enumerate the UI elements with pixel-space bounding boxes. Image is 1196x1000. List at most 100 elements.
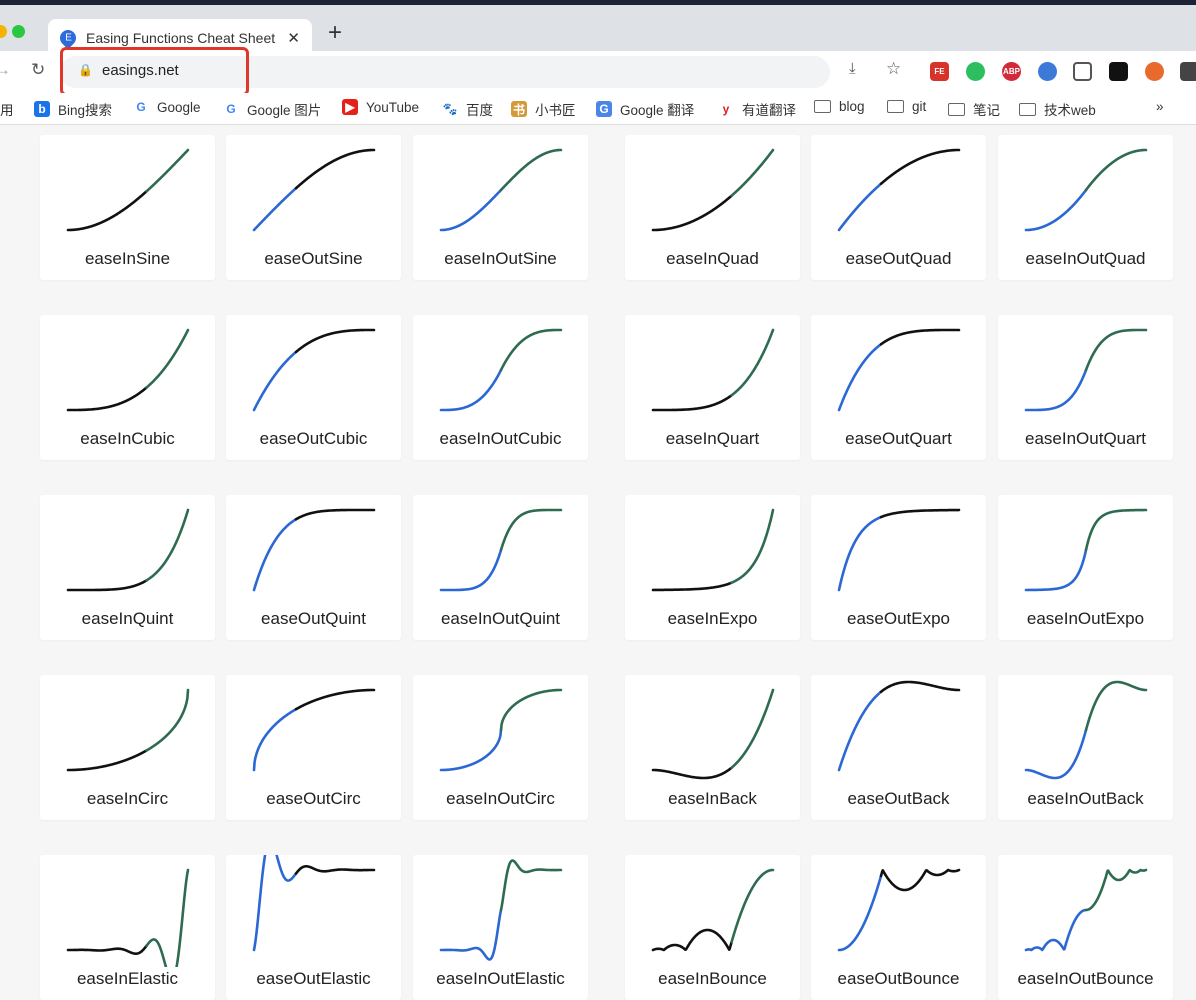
bookmark-3[interactable]: G Google 图片 <box>223 99 321 119</box>
easing-card-easeOutCirc[interactable]: easeOutCirc <box>226 675 401 820</box>
easing-curve-segment <box>66 579 148 592</box>
easing-card-easeInExpo[interactable]: easeInExpo <box>625 495 800 640</box>
easing-curve-segment <box>837 182 883 232</box>
bookmark-label: 用 <box>0 103 14 118</box>
bookmark-9[interactable]: blog <box>814 99 865 114</box>
google-icon: G <box>223 101 239 117</box>
easing-card-easeInOutCubic[interactable]: easeInOutCubic <box>413 315 588 460</box>
easing-curve-segment <box>499 328 563 372</box>
bookmark-0[interactable]: 用 <box>0 99 14 119</box>
extensions-puzzle-icon[interactable] <box>1180 62 1196 81</box>
bookmark-4[interactable]: ▶ YouTube <box>342 99 419 115</box>
easing-curve-graph <box>837 508 961 592</box>
easing-card-easeOutQuart[interactable]: easeOutQuart <box>811 315 986 460</box>
easing-card-easeOutBack[interactable]: easeOutBack <box>811 675 986 820</box>
easing-curve-graph <box>439 328 563 412</box>
bookmark-label: 笔记 <box>973 103 1000 118</box>
adblock-extension-icon[interactable]: ABP <box>1002 62 1021 81</box>
easing-label: easeOutElastic <box>256 969 371 988</box>
close-tab-icon[interactable]: ✕ <box>287 29 300 47</box>
minimize-window-button[interactable] <box>0 25 7 38</box>
easing-label: easeInElastic <box>76 969 179 988</box>
easing-card-easeInSine[interactable]: easeInSine <box>40 135 215 280</box>
more-bookmarks-button[interactable]: » <box>1156 99 1164 114</box>
bookmark-label: Bing搜索 <box>58 103 113 118</box>
easing-curve-graph <box>651 508 775 592</box>
bookmark-10[interactable]: git <box>887 99 926 114</box>
easing-curve-graph <box>439 859 563 961</box>
easing-label: easeInOutQuint <box>440 609 561 628</box>
zoom-window-button[interactable] <box>12 25 25 38</box>
easing-curve-segment <box>252 350 298 412</box>
bookmark-12[interactable]: 技术web <box>1019 99 1096 119</box>
fe-extension-icon[interactable]: FE <box>930 62 949 81</box>
bookmark-5[interactable]: 🐾 百度 <box>442 99 493 119</box>
easing-curve-segment <box>1084 680 1148 732</box>
easing-card-easeInQuint[interactable]: easeInQuint <box>40 495 215 640</box>
easing-card-easeOutSine[interactable]: easeOutSine <box>226 135 401 280</box>
easing-card-easeOutBounce[interactable]: easeOutBounce <box>811 855 986 1000</box>
easing-curve-segment <box>837 515 883 592</box>
easing-card-easeOutQuint[interactable]: easeOutQuint <box>226 495 401 640</box>
easing-label: easeInOutCirc <box>446 789 555 808</box>
easing-card-easeInCirc[interactable]: easeInCirc <box>40 675 215 820</box>
easing-curve-graph <box>837 148 961 232</box>
easing-curve-graph <box>252 508 376 592</box>
easing-card-easeInOutSine[interactable]: easeInOutSine <box>413 135 588 280</box>
easing-card-easeOutExpo[interactable]: easeOutExpo <box>811 495 986 640</box>
easing-label: easeOutQuad <box>845 249 952 268</box>
easing-card-easeInQuart[interactable]: easeInQuart <box>625 315 800 460</box>
easing-card-easeInCubic[interactable]: easeInCubic <box>40 315 215 460</box>
easing-card-easeInOutBack[interactable]: easeInOutBack <box>998 675 1173 820</box>
easing-curve-segment <box>439 548 503 592</box>
easing-curve-segment <box>439 728 503 772</box>
bookmark-label: Google 翻译 <box>620 103 695 118</box>
easing-label: easeInQuart <box>665 429 760 448</box>
url-text[interactable]: easings.net <box>102 62 179 79</box>
bookmark-11[interactable]: 笔记 <box>948 99 1000 119</box>
easing-card-easeInOutQuart[interactable]: easeInOutQuart <box>998 315 1173 460</box>
easing-label: easeOutSine <box>264 249 363 268</box>
new-tab-button[interactable]: + <box>328 19 342 47</box>
easing-curve-graph <box>1024 868 1148 952</box>
easing-label: easeOutQuint <box>261 609 366 628</box>
easing-card-easeOutElastic[interactable]: easeOutElastic <box>226 855 401 1000</box>
forward-icon[interactable]: → <box>0 60 11 80</box>
easing-card-easeInOutQuad[interactable]: easeInOutQuad <box>998 135 1173 280</box>
easing-card-easeInBack[interactable]: easeInBack <box>625 675 800 820</box>
easing-curve-graph <box>439 148 563 232</box>
tampermonkey-extension-icon[interactable] <box>1109 62 1128 81</box>
easing-curve-segment <box>879 508 961 519</box>
bookmark-2[interactable]: G Google <box>133 99 201 115</box>
easing-curve-segment <box>730 148 775 198</box>
easing-card-easeInOutExpo[interactable]: easeInOutExpo <box>998 495 1173 640</box>
easing-card-easeInOutCirc[interactable]: easeInOutCirc <box>413 675 588 820</box>
easing-curve-segment <box>294 688 376 711</box>
easing-curve-segment <box>66 189 148 232</box>
evernote-extension-icon[interactable] <box>966 62 985 81</box>
easing-card-easeInBounce[interactable]: easeInBounce <box>625 855 800 1000</box>
easing-card-easeOutCubic[interactable]: easeOutCubic <box>226 315 401 460</box>
search-extension-icon[interactable] <box>1038 62 1057 81</box>
bookmark-star-icon[interactable]: ☆ <box>886 59 901 79</box>
easing-curve-segment <box>439 368 503 412</box>
easing-curve-segment <box>651 766 733 780</box>
easing-card-easeInOutBounce[interactable]: easeInOutBounce <box>998 855 1173 1000</box>
easing-card-easeOutQuad[interactable]: easeOutQuad <box>811 135 986 280</box>
easing-card-easeInOutElastic[interactable]: easeInOutElastic <box>413 855 588 1000</box>
ublock-extension-icon[interactable] <box>1145 62 1164 81</box>
bookmark-7[interactable]: G Google 翻译 <box>596 99 694 119</box>
bookmark-1[interactable]: b Bing搜索 <box>34 99 112 119</box>
easing-curve-graph <box>651 868 775 952</box>
easing-card-easeInQuad[interactable]: easeInQuad <box>625 135 800 280</box>
bookmark-8[interactable]: y 有道翻译 <box>718 99 796 119</box>
easing-card-easeInElastic[interactable]: easeInElastic <box>40 855 215 1000</box>
install-icon[interactable]: ⤓ <box>849 60 856 77</box>
easing-curve-segment <box>145 328 190 389</box>
bookmark-6[interactable]: 书小书匠 <box>511 99 576 119</box>
bing-icon: b <box>34 101 50 117</box>
reload-icon[interactable]: ↻ <box>31 60 45 80</box>
tv-extension-icon[interactable] <box>1073 62 1092 81</box>
easing-card-easeInOutQuint[interactable]: easeInOutQuint <box>413 495 588 640</box>
easing-curve-segment <box>730 508 775 584</box>
